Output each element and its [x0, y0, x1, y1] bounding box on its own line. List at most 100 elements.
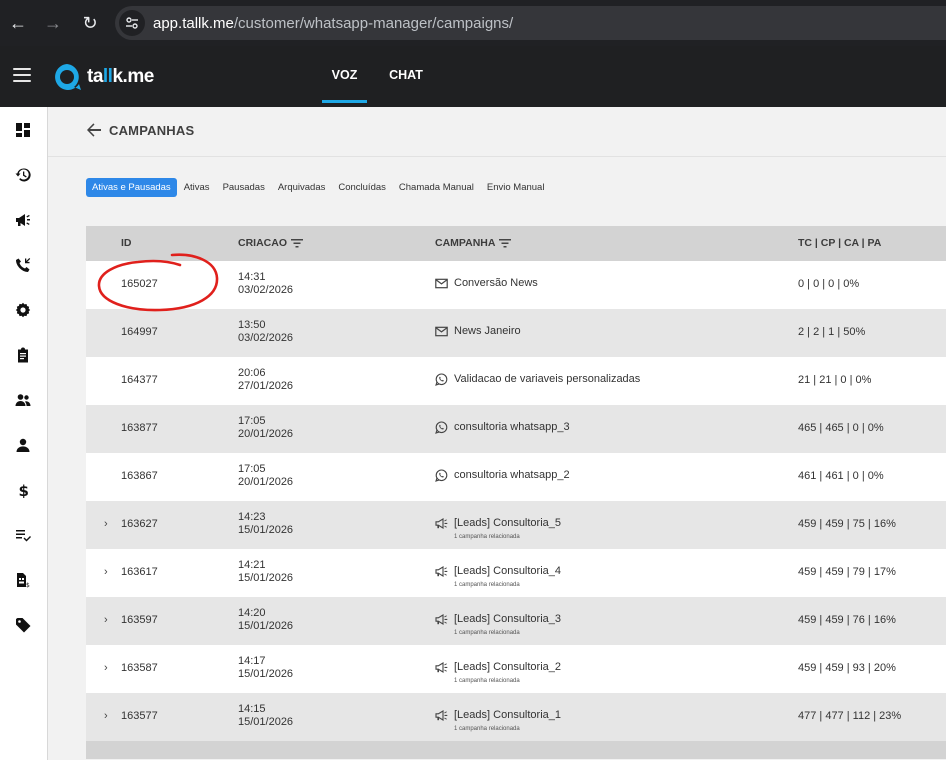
email-icon — [435, 325, 448, 338]
campaign-cell[interactable]: Validacao de variaveis personalizadas — [435, 373, 640, 386]
svg-text:$: $ — [26, 582, 30, 588]
campaign-stats: 461 | 461 | 0 | 0% — [798, 470, 884, 482]
campaign-name[interactable]: Validacao de variaveis personalizadas — [454, 373, 640, 386]
campaign-id: 163867 — [121, 470, 158, 482]
created-datetime: 20:06 27/01/2026 — [238, 367, 293, 393]
expand-chevron-icon[interactable]: › — [104, 566, 108, 578]
filter-tab-1[interactable]: Ativas — [178, 178, 216, 197]
campaign-cell[interactable]: consultoria whatsapp_2 — [435, 469, 570, 482]
back-button[interactable]: ← — [0, 5, 36, 41]
tag-icon[interactable] — [14, 616, 32, 634]
expand-chevron-icon[interactable]: › — [104, 518, 108, 530]
history-icon[interactable] — [14, 166, 32, 184]
table-row[interactable]: 163877 17:05 20/01/2026 consultoria whatsap… — [86, 405, 946, 453]
table-row[interactable]: › 163577 14:15 15/01/2026 [Leads] Consultori… — [86, 693, 946, 741]
table-row[interactable]: › 163597 14:20 15/01/2026 [Leads] Consultori… — [86, 597, 946, 645]
column-stats[interactable]: TC | CP | CA | PA — [798, 237, 881, 249]
table-row[interactable]: › 163587 14:17 15/01/2026 [Leads] Consultori… — [86, 645, 946, 693]
settings-icon[interactable] — [14, 301, 32, 319]
expand-chevron-icon[interactable]: › — [104, 710, 108, 722]
campaign-id: 164997 — [121, 326, 158, 338]
campaign-cell[interactable]: News Janeiro — [435, 325, 521, 338]
created-datetime: 14:20 15/01/2026 — [238, 607, 293, 633]
clipboard-icon[interactable] — [14, 346, 32, 364]
campaign-name[interactable]: [Leads] Consultoria_2 — [454, 661, 561, 674]
person-icon[interactable] — [14, 436, 32, 454]
column-id[interactable]: ID — [121, 237, 132, 249]
page-header: CAMPANHAS — [48, 107, 946, 157]
column-campanha[interactable]: CAMPANHA — [435, 237, 512, 249]
created-time: 20:06 — [238, 367, 266, 379]
filter-tab-2[interactable]: Pausadas — [217, 178, 271, 197]
filter-tab-3[interactable]: Arquivadas — [272, 178, 332, 197]
dollar-icon[interactable]: $ — [14, 481, 32, 499]
campaign-cell[interactable]: [Leads] Consultoria_5 1 campanha relacion… — [435, 517, 561, 540]
campaign-stats: 0 | 0 | 0 | 0% — [798, 278, 860, 290]
reload-button[interactable]: ↻ — [72, 5, 108, 41]
campaign-name[interactable]: Conversão News — [454, 277, 538, 290]
page-title: CAMPANHAS — [109, 123, 195, 138]
campaign-name[interactable]: [Leads] Consultoria_3 — [454, 613, 561, 626]
created-time: 14:15 — [238, 703, 266, 715]
megaphone-icon — [435, 565, 448, 578]
expand-chevron-icon[interactable]: › — [104, 662, 108, 674]
back-arrow-icon[interactable] — [86, 122, 102, 138]
campaign-id: 163877 — [121, 422, 158, 434]
campaign-cell[interactable]: Conversão News — [435, 277, 538, 290]
campaign-cell[interactable]: [Leads] Consultoria_4 1 campanha relacion… — [435, 565, 561, 588]
table-row[interactable]: › 163627 14:23 15/01/2026 [Leads] Consultori… — [86, 501, 946, 549]
created-datetime: 14:23 15/01/2026 — [238, 511, 293, 537]
checklist-icon[interactable] — [14, 526, 32, 544]
group-icon[interactable] — [14, 391, 32, 409]
logo[interactable]: tallk.me — [52, 62, 154, 92]
expand-chevron-icon[interactable]: › — [104, 614, 108, 626]
filter-icon[interactable] — [499, 238, 512, 248]
email-icon — [435, 277, 448, 290]
address-bar[interactable]: app.tallk.me/customer/whatsapp-manager/c… — [115, 6, 946, 40]
campaign-icon[interactable] — [14, 211, 32, 229]
filter-tab-0[interactable]: Ativas e Pausadas — [86, 178, 177, 197]
campaign-cell[interactable]: consultoria whatsapp_3 — [435, 421, 570, 434]
menu-icon[interactable] — [13, 68, 31, 82]
table-row[interactable]: 164377 20:06 27/01/2026 Validacao de variav… — [86, 357, 946, 405]
table-row[interactable]: 163867 17:05 20/01/2026 consultoria whatsap… — [86, 453, 946, 501]
filter-tab-6[interactable]: Envio Manual — [481, 178, 551, 197]
campaign-cell[interactable]: [Leads] Consultoria_3 1 campanha relacion… — [435, 613, 561, 636]
column-criacao[interactable]: CRIACAO — [238, 237, 303, 249]
campaign-name[interactable]: [Leads] Consultoria_4 — [454, 565, 561, 578]
campaign-name[interactable]: consultoria whatsapp_3 — [454, 421, 570, 434]
campaign-stats: 21 | 21 | 0 | 0% — [798, 374, 872, 386]
filter-tab-4[interactable]: Concluídas — [332, 178, 392, 197]
filter-tab-5[interactable]: Chamada Manual — [393, 178, 480, 197]
phone-callback-icon[interactable] — [14, 256, 32, 274]
related-campaigns[interactable]: 1 campanha relacionada — [454, 630, 561, 636]
campaign-cell[interactable]: [Leads] Consultoria_1 1 campanha relacion… — [435, 709, 561, 732]
campaign-name[interactable]: consultoria whatsapp_2 — [454, 469, 570, 482]
dashboard-icon[interactable] — [14, 121, 32, 139]
related-campaigns[interactable]: 1 campanha relacionada — [454, 678, 561, 684]
forward-button[interactable]: → — [35, 5, 71, 41]
sim-card-icon[interactable]: $ — [14, 571, 32, 589]
tab-voz[interactable]: VOZ — [322, 46, 367, 103]
table-row[interactable]: 164997 13:50 03/02/2026 News Janeiro 2 | 2 |… — [86, 309, 946, 357]
created-date: 27/01/2026 — [238, 380, 294, 392]
campaign-stats: 477 | 477 | 112 | 23% — [798, 710, 902, 722]
filter-icon[interactable] — [291, 238, 303, 248]
campaign-name[interactable]: News Janeiro — [454, 325, 521, 338]
campaign-name[interactable]: [Leads] Consultoria_5 — [454, 517, 561, 530]
campaign-name[interactable]: [Leads] Consultoria_1 — [454, 709, 561, 722]
campaign-cell[interactable]: [Leads] Consultoria_2 1 campanha relacion… — [435, 661, 561, 684]
created-time: 14:21 — [238, 559, 266, 571]
table-row[interactable]: › 163617 14:21 15/01/2026 [Leads] Consultori… — [86, 549, 946, 597]
tab-chat[interactable]: CHAT — [384, 46, 428, 103]
related-campaigns[interactable]: 1 campanha relacionada — [454, 582, 561, 588]
related-campaigns[interactable]: 1 campanha relacionada — [454, 534, 561, 540]
created-date: 15/01/2026 — [238, 716, 294, 728]
table-row[interactable]: 165027 14:31 03/02/2026 Conversão News 0 | 0… — [86, 261, 946, 309]
url-text[interactable]: app.tallk.me/customer/whatsapp-manager/c… — [153, 15, 513, 32]
table-footer — [86, 741, 946, 759]
site-settings-icon[interactable] — [119, 10, 145, 36]
megaphone-icon — [435, 613, 448, 626]
related-campaigns[interactable]: 1 campanha relacionada — [454, 726, 561, 732]
created-time: 14:23 — [238, 511, 266, 523]
